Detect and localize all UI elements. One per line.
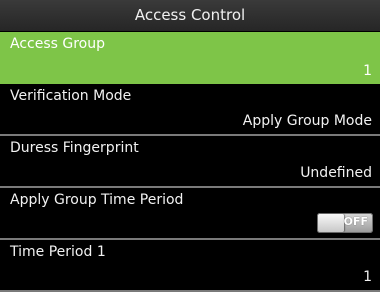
menu-item-duress-fingerprint[interactable]: Duress Fingerprint Undefined (0, 136, 380, 188)
page-title: Access Control (0, 0, 380, 31)
menu-item-label: Time Period 1 (10, 244, 106, 260)
menu-item-label: Duress Fingerprint (10, 140, 139, 156)
apply-group-time-period-toggle[interactable]: OFF (317, 213, 373, 233)
menu-item-apply-group-time-period[interactable]: Apply Group Time Period OFF (0, 188, 380, 240)
menu-item-label: Verification Mode (10, 88, 132, 104)
menu-item-value: Apply Group Mode (242, 113, 372, 129)
menu-item-label: Access Group (10, 36, 105, 52)
menu-item-time-period-1[interactable]: Time Period 1 1 (0, 240, 380, 292)
menu-item-value: Undefined (300, 165, 372, 181)
access-control-screen: Access Control Access Group 1 Verificati… (0, 0, 380, 292)
toggle-state-label: OFF (343, 215, 368, 228)
menu-item-verification-mode[interactable]: Verification Mode Apply Group Mode (0, 84, 380, 136)
menu-item-access-group[interactable]: Access Group 1 (0, 32, 380, 84)
menu-list: Access Group 1 Verification Mode Apply G… (0, 32, 380, 292)
menu-item-value: 1 (363, 63, 372, 79)
menu-item-label: Apply Group Time Period (10, 192, 184, 208)
toggle-knob (318, 214, 344, 232)
